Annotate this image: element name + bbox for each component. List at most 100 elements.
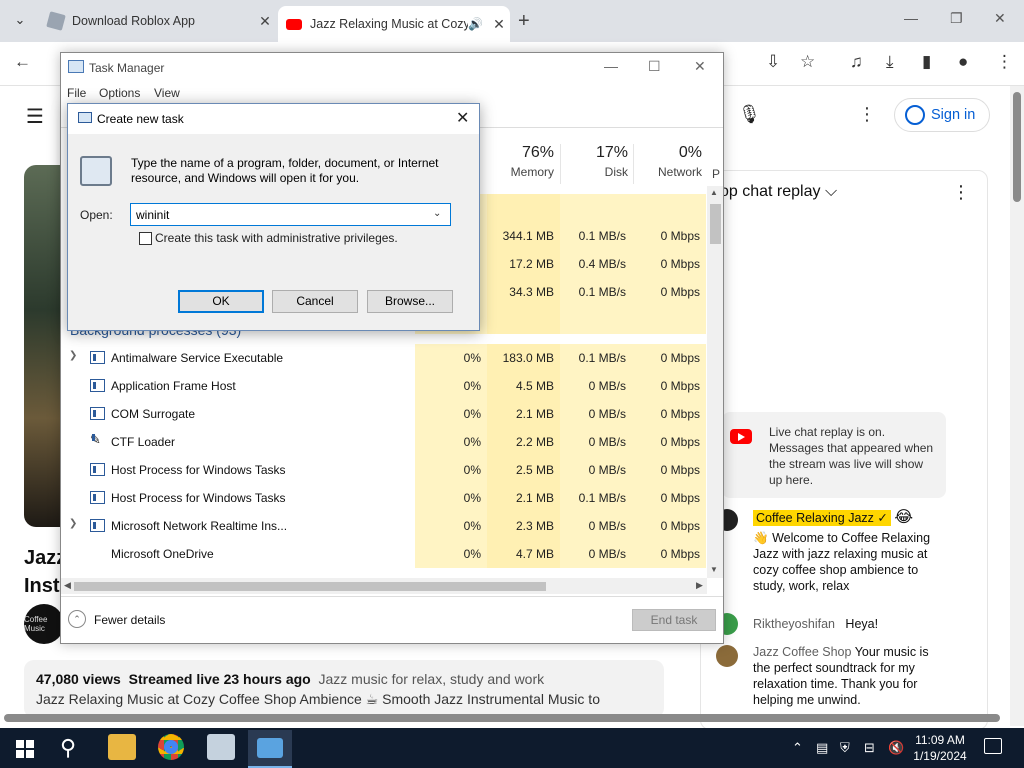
scroll-down-icon[interactable]: ▼ (710, 565, 718, 574)
column-network[interactable]: 0% Network (640, 144, 702, 179)
fewer-details-link[interactable]: Fewer details (94, 613, 165, 627)
table-row[interactable]: Application Frame Host 0% 4.5 MB 0 MB/s … (61, 372, 707, 400)
disk-cell: 0.1 MB/s (560, 344, 632, 372)
volume-muted-icon[interactable]: 🔇 (888, 740, 904, 756)
table-row[interactable]: Host Process for Windows Tasks 0% 2.1 MB… (61, 484, 707, 512)
ok-button[interactable]: OK (178, 290, 264, 313)
menu-options[interactable]: Options (99, 86, 140, 100)
admin-privileges-checkbox[interactable] (139, 232, 152, 245)
tm-vertical-scrollbar[interactable] (707, 186, 723, 578)
microphone-icon[interactable]: 🎙 (738, 104, 761, 125)
cancel-button[interactable]: Cancel (272, 290, 358, 313)
tm-maximize-icon[interactable]: ☐ (648, 58, 661, 75)
expand-chevron-icon[interactable]: ❯ (69, 518, 77, 529)
chevron-down-icon[interactable]: ⌄ (433, 208, 441, 219)
collapse-chevron-icon[interactable]: ⌃ (68, 610, 86, 628)
disk-cell: 0.1 MB/s (560, 222, 632, 250)
disk-cell: 0.1 MB/s (560, 484, 632, 512)
chrome-icon[interactable] (158, 734, 184, 760)
laughing-emoji-icon: 😂 (894, 509, 914, 526)
restore-icon[interactable]: ❐ (950, 10, 963, 27)
video-player[interactable] (24, 165, 64, 527)
media-control-icon[interactable]: ♫ (850, 52, 863, 72)
chat-author[interactable]: Jazz Coffee Shop (753, 645, 851, 659)
ethernet-icon[interactable]: ⊟ (864, 740, 875, 756)
close-window-icon[interactable]: ✕ (994, 10, 1006, 27)
expand-chevron-icon[interactable]: ❯ (69, 350, 77, 361)
description-box[interactable] (24, 660, 664, 718)
search-icon[interactable]: ⚲ (60, 735, 76, 761)
table-row[interactable]: ❯ Antimalware Service Executable 0% 183.… (61, 344, 707, 372)
youtube-favicon-icon (286, 18, 302, 30)
chat-menu-icon[interactable]: ⋮ (952, 182, 970, 203)
tab-search-chevron-icon[interactable]: ⌄ (8, 8, 32, 32)
tab-youtube[interactable]: Jazz Relaxing Music at Cozy 🔊 ✕ (278, 6, 510, 42)
chat-message-text: 👋 Welcome to Coffee Relaxing Jazz with j… (753, 530, 953, 594)
scroll-up-icon[interactable]: ▲ (710, 188, 718, 197)
memory-cell: 2.2 MB (487, 428, 560, 456)
downloads-icon[interactable]: ⤓ (886, 52, 894, 72)
sign-in-button[interactable]: Sign in (894, 98, 990, 132)
end-task-button[interactable]: End task (632, 609, 716, 631)
admin-privileges-label[interactable]: Create this task with administrative pri… (155, 231, 398, 245)
tm-minimize-icon[interactable]: — (604, 58, 618, 74)
network-cell: 0 Mbps (632, 278, 706, 306)
process-icon (90, 351, 105, 364)
security-icon[interactable]: ⛨ (840, 740, 850, 756)
channel-avatar[interactable]: Coffee Music (24, 604, 64, 644)
tab-close-icon[interactable]: ✕ (488, 16, 510, 33)
column-memory[interactable]: 76% Memory (490, 144, 554, 179)
chat-author-owner[interactable]: Coffee Relaxing Jazz ✓ (753, 510, 891, 526)
table-row[interactable]: ❯ Microsoft Network Realtime Ins... 0% 2… (61, 512, 707, 540)
profile-icon[interactable]: ● (958, 52, 968, 72)
side-panel-icon[interactable]: ▮ (922, 52, 931, 72)
tm-close-icon[interactable]: ✕ (694, 58, 706, 75)
menu-view[interactable]: View (154, 86, 180, 100)
file-explorer-icon[interactable] (108, 734, 136, 760)
open-combobox-input[interactable] (130, 203, 451, 226)
minimize-icon[interactable]: — (904, 10, 918, 26)
tm-vertical-scroll-thumb[interactable] (710, 204, 721, 244)
table-row[interactable]: Host Process for Windows Tasks 0% 2.5 MB… (61, 456, 707, 484)
dialog-close-icon[interactable]: ✕ (456, 108, 469, 128)
disk-cell: 0.4 MB/s (560, 250, 632, 278)
table-row[interactable]: Microsoft OneDrive 0% 4.7 MB 0 MB/s 0 Mb… (61, 540, 707, 568)
chat-author[interactable]: Riktheyoshifan (753, 617, 835, 631)
chat-mode-selector[interactable]: op chat replay ⌵ (720, 183, 837, 201)
tab-close-icon[interactable]: ✕ (254, 13, 276, 30)
browse-button[interactable]: Browse... (367, 290, 453, 313)
chrome-menu-icon[interactable]: ⋮ (996, 52, 1013, 72)
show-hidden-icons-chevron-icon[interactable]: ⌃ (792, 740, 803, 756)
network-cell: 0 Mbps (632, 540, 706, 568)
back-icon[interactable]: ← (14, 52, 31, 72)
column-disk[interactable]: 17% Disk (566, 144, 628, 179)
menu-file[interactable]: File (67, 86, 86, 100)
tab-roblox[interactable]: Download Roblox App ✕ (40, 6, 276, 36)
stream-date: Streamed live 23 hours ago (128, 671, 311, 687)
notifications-icon[interactable] (984, 738, 1002, 754)
scroll-right-icon[interactable]: ▶ (696, 580, 703, 591)
audio-playing-icon[interactable]: 🔊 (468, 17, 488, 31)
hamburger-menu-icon[interactable]: ☰ (26, 104, 44, 129)
system-clock[interactable]: 11:09 AM 1/19/2024 (904, 732, 976, 764)
table-row[interactable]: COM Surrogate 0% 2.1 MB 0 MB/s 0 Mbps (61, 400, 707, 428)
tm-horizontal-scroll-thumb[interactable] (74, 582, 546, 591)
bookmark-star-icon[interactable]: ☆ (800, 52, 815, 72)
network-cell: 0 Mbps (632, 372, 706, 400)
table-row[interactable]: ✎ CTF Loader 0% 2.2 MB 0 MB/s 0 Mbps (61, 428, 707, 456)
network-status-icon[interactable]: ▤ (816, 740, 828, 756)
start-windows-icon[interactable] (16, 740, 34, 758)
settings-kebab-icon[interactable]: ⋮ (858, 104, 876, 125)
scroll-left-icon[interactable]: ◀ (64, 580, 71, 591)
install-app-icon[interactable]: ⇩ (766, 52, 780, 72)
new-tab-icon[interactable]: + (518, 10, 530, 33)
open-label: Open: (80, 208, 113, 222)
chat-text: Welcome to Coffee Relaxing Jazz with jaz… (753, 531, 931, 593)
cpu-cell: 0% (415, 372, 487, 400)
disk-cell: 0 MB/s (560, 372, 632, 400)
task-manager-taskbar-icon[interactable] (207, 734, 235, 760)
column-power[interactable]: P (710, 164, 720, 181)
process-name: Host Process for Windows Tasks (111, 491, 286, 505)
horizontal-scrollbar[interactable] (4, 714, 1000, 722)
page-scrollbar-thumb[interactable] (1013, 92, 1021, 202)
